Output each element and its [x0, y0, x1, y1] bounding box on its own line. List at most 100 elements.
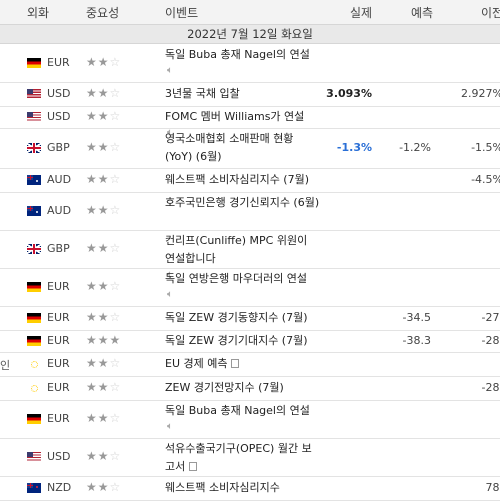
star-filled-icon: ★ — [98, 140, 110, 154]
event-label[interactable]: 웨스트팩 소비자심리지수 (7월) — [165, 173, 309, 186]
col-importance-header[interactable]: 중요성 — [86, 4, 119, 21]
forecast-value: -34.5 — [403, 311, 431, 324]
flag-eur-icon — [27, 282, 41, 292]
event-name[interactable]: EU 경제 예측 — [165, 355, 320, 373]
event-label[interactable]: 영국소매협회 소매판매 현황 (YoY) (6월) — [165, 132, 293, 163]
table-row[interactable]: AUD★★☆웨스트팩 소비자심리지수 (7월)-4.5% — [0, 168, 500, 193]
flag-gbp-icon — [27, 244, 41, 254]
star-empty-icon: ☆ — [110, 241, 122, 255]
previous-value: -27. — [482, 311, 500, 324]
event-name[interactable]: 독일 연방은행 마우더러의 연설🔈︎ — [165, 270, 320, 302]
event-label[interactable]: FOMC 멤버 Williams가 연설 — [165, 110, 304, 123]
event-name[interactable]: 독일 ZEW 경기기대지수 (7월) — [165, 332, 320, 350]
star-filled-icon: ★ — [98, 310, 110, 324]
event-name[interactable]: 웨스트팩 소비자심리지수 (7월) — [165, 171, 320, 189]
event-name[interactable]: 독일 ZEW 경기동향지수 (7월) — [165, 309, 320, 327]
event-label[interactable]: EU 경제 예측 — [165, 357, 227, 370]
star-empty-icon: ☆ — [110, 411, 122, 425]
event-name[interactable]: 호주국민은행 경기신뢰지수 (6월) — [165, 194, 320, 212]
table-row[interactable]: EUR★★☆ZEW 경기전망지수 (7월)-28. — [0, 376, 500, 401]
flag-aud-icon — [27, 206, 41, 216]
col-event-header[interactable]: 이벤트 — [165, 4, 198, 21]
row-currency: NZD — [47, 481, 71, 494]
table-row[interactable]: GBP★★☆컨리프(Cunliffe) MPC 위원이 연설합니다🔈︎ — [0, 230, 500, 269]
star-empty-icon: ☆ — [110, 203, 122, 217]
importance-stars: ★★☆ — [86, 356, 121, 370]
event-label[interactable]: 독일 ZEW 경기동향지수 (7월) — [165, 311, 308, 324]
star-filled-icon: ★ — [86, 140, 98, 154]
star-empty-icon: ☆ — [110, 55, 122, 69]
star-empty-icon: ☆ — [110, 109, 122, 123]
event-label[interactable]: 독일 Buba 총재 Nagel의 연설 — [165, 404, 310, 417]
star-filled-icon: ★ — [86, 55, 98, 69]
speaker-icon: 🔈︎ — [167, 64, 320, 78]
flag-usd-icon — [27, 452, 41, 462]
row-currency: EUR — [47, 56, 70, 69]
event-label[interactable]: 독일 연방은행 마우더러의 연설 — [165, 272, 307, 285]
importance-stars: ★★☆ — [86, 449, 121, 463]
table-row[interactable]: USD★★☆FOMC 멤버 Williams가 연설🔈︎ — [0, 106, 500, 129]
star-filled-icon: ★ — [86, 310, 98, 324]
event-label[interactable]: 독일 Buba 총재 Nagel의 연설 — [165, 48, 310, 61]
star-filled-icon: ★ — [98, 203, 110, 217]
table-row[interactable]: EUR★★☆독일 Buba 총재 Nagel의 연설🔈︎ — [0, 400, 500, 439]
table-row[interactable]: NZD★★☆웨스트팩 소비자심리지수78. — [0, 476, 500, 501]
row-currency: AUD — [47, 204, 71, 217]
event-label[interactable]: 컨리프(Cunliffe) MPC 위원이 연설합니다 — [165, 234, 307, 265]
previous-value: -1.5% — [471, 141, 500, 154]
col-currency-header[interactable]: 외화 — [27, 4, 49, 21]
event-label[interactable]: 호주국민은행 경기신뢰지수 (6월) — [165, 196, 319, 209]
importance-stars: ★★☆ — [86, 411, 121, 425]
star-filled-icon: ★ — [98, 449, 110, 463]
row-currency: EUR — [47, 311, 70, 324]
document-icon[interactable] — [231, 359, 239, 368]
row-currency: USD — [47, 110, 71, 123]
star-empty-icon: ☆ — [110, 86, 122, 100]
document-icon[interactable] — [189, 462, 197, 471]
event-name[interactable]: 독일 Buba 총재 Nagel의 연설 🔈︎ — [165, 46, 320, 78]
event-label[interactable]: 석유수출국기구(OPEC) 월간 보고서 — [165, 442, 312, 473]
forecast-value: -38.3 — [403, 334, 431, 347]
event-name[interactable]: 3년물 국채 입찰 — [165, 85, 320, 103]
table-row[interactable]: USD★★☆3년물 국채 입찰3.093%2.927% — [0, 82, 500, 107]
flag-eur-icon — [27, 313, 41, 323]
star-empty-icon: ☆ — [110, 356, 122, 370]
importance-stars: ★★☆ — [86, 140, 121, 154]
table-row[interactable]: USD★★☆석유수출국기구(OPEC) 월간 보고서 — [0, 438, 500, 477]
star-filled-icon: ★ — [98, 86, 110, 100]
importance-stars: ★★☆ — [86, 109, 121, 123]
star-filled-icon: ★ — [86, 109, 98, 123]
col-actual-header[interactable]: 실제 — [350, 4, 372, 21]
flag-eur-icon — [27, 336, 41, 346]
flag-usd-icon — [27, 89, 41, 99]
actual-value: 3.093% — [326, 87, 372, 100]
table-row[interactable]: 인EUR★★☆EU 경제 예측 — [0, 352, 500, 377]
table-row[interactable]: GBP★★☆영국소매협회 소매판매 현황 (YoY) (6월)-1.3%-1.2… — [0, 128, 500, 169]
event-label[interactable]: 3년물 국채 입찰 — [165, 87, 240, 100]
event-name[interactable]: 석유수출국기구(OPEC) 월간 보고서 — [165, 440, 320, 476]
col-previous-header[interactable]: 이전 — [481, 4, 500, 21]
table-row[interactable]: EUR★★☆독일 연방은행 마우더러의 연설🔈︎ — [0, 268, 500, 307]
event-name[interactable]: ZEW 경기전망지수 (7월) — [165, 379, 320, 397]
table-row[interactable]: EUR ★★☆ 독일 ZEW 경기동향지수 (7월) -34.5 -27. — [0, 306, 500, 331]
table-row[interactable]: EUR★★☆독일 Buba 총재 Nagel의 연설🔈︎ — [0, 44, 500, 83]
previous-value: 78. — [486, 481, 500, 494]
col-forecast-header[interactable]: 예측 — [411, 4, 433, 21]
star-filled-icon: ★ — [86, 356, 98, 370]
star-filled-icon: ★ — [98, 380, 110, 394]
star-filled-icon: ★ — [86, 449, 98, 463]
event-name[interactable]: 독일 Buba 총재 Nagel의 연설🔈︎ — [165, 402, 320, 434]
star-filled-icon: ★ — [98, 55, 110, 69]
importance-stars: ★★☆ — [86, 310, 121, 324]
importance-stars: ★★☆ — [86, 203, 121, 217]
importance-stars: ★★☆ — [86, 380, 121, 394]
event-name[interactable]: 영국소매협회 소매판매 현황 (YoY) (6월) — [165, 130, 320, 166]
event-label[interactable]: 웨스트팩 소비자심리지수 — [165, 481, 280, 494]
star-filled-icon: ★ — [86, 380, 98, 394]
table-row[interactable]: EUR★★★독일 ZEW 경기기대지수 (7월)-38.3-28. — [0, 330, 500, 353]
event-name[interactable]: 웨스트팩 소비자심리지수 — [165, 479, 320, 497]
event-label[interactable]: ZEW 경기전망지수 (7월) — [165, 381, 284, 394]
table-row[interactable]: AUD ★★☆ 호주국민은행 경기신뢰지수 (6월) — [0, 192, 500, 231]
event-label[interactable]: 독일 ZEW 경기기대지수 (7월) — [165, 334, 308, 347]
star-empty-icon: ☆ — [110, 140, 122, 154]
